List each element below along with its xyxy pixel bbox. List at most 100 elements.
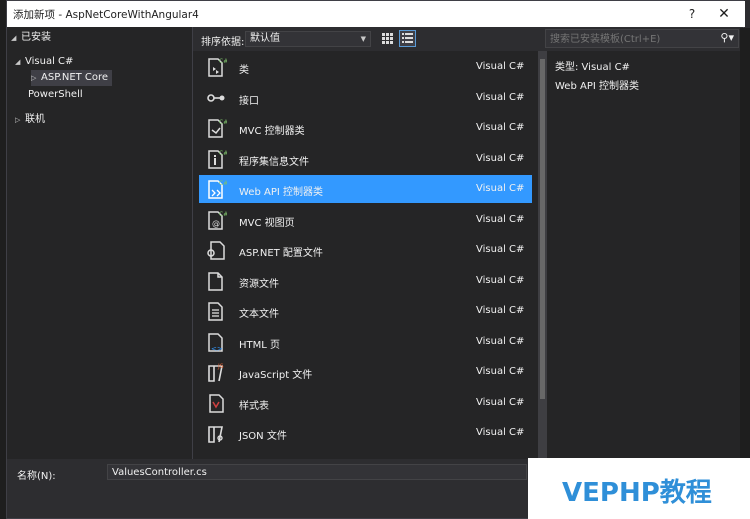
resource-file-icon xyxy=(205,270,227,292)
svg-text:C#: C# xyxy=(219,58,227,65)
list-view-icon xyxy=(402,33,413,43)
template-name: 接口 xyxy=(239,95,259,107)
tree-item-aspnet-core[interactable]: ▷ ASP.NET Core xyxy=(31,70,113,86)
template-name: 样式表 xyxy=(239,400,269,412)
template-item[interactable]: C# 程序集信息文件 Visual C# xyxy=(199,145,532,173)
tree-label: PowerShell xyxy=(28,89,83,100)
mvc-view-icon: C#@ xyxy=(205,209,228,231)
watermark-text: VEPHP教程 xyxy=(562,478,712,508)
svg-text:JS: JS xyxy=(217,363,224,370)
search-box: ⚲▾ xyxy=(545,29,739,48)
template-language: Visual C# xyxy=(476,305,525,316)
template-item[interactable]: C#@ MVC 视图页 Visual C# xyxy=(199,206,532,234)
template-name: Web API 控制器类 xyxy=(239,187,323,198)
template-name: MVC 视图页 xyxy=(239,217,295,229)
template-list-scrollbar[interactable] xyxy=(538,51,547,459)
mvc-controller-icon: C# xyxy=(205,117,228,139)
config-file-icon xyxy=(205,239,227,261)
template-language: Visual C# xyxy=(476,152,525,164)
template-item[interactable]: 文本文件 Visual C# xyxy=(199,297,532,325)
template-item[interactable]: 样式表 Visual C# xyxy=(199,389,532,417)
tree-item-visual-csharp[interactable]: ◢ Visual C# xyxy=(15,54,73,70)
template-language: Visual C# xyxy=(476,366,525,377)
template-name: 资源文件 xyxy=(239,278,279,290)
window-title: 添加新项 - AspNetCoreWithAngular4 xyxy=(13,9,199,21)
template-item[interactable]: JS JavaScript 文件 Visual C# xyxy=(199,358,532,386)
tree-item-online[interactable]: ▷ 联机 xyxy=(15,112,45,128)
template-language: Visual C# xyxy=(476,335,525,347)
chevron-down-icon: ▼ xyxy=(360,35,366,43)
tree-label: ASP.NET Core xyxy=(41,72,109,83)
template-item[interactable]: C# MVC 控制器类 Visual C# xyxy=(199,114,532,142)
template-item[interactable]: C# 类 Visual C# xyxy=(199,53,532,81)
add-new-item-dialog: 添加新项 - AspNetCoreWithAngular4 ? ✕ ◢ 已安装 ◢… xyxy=(6,0,745,519)
template-item[interactable]: 资源文件 Visual C# xyxy=(199,267,532,295)
sort-label: 排序依据: xyxy=(201,37,245,48)
scrollbar-thumb[interactable] xyxy=(540,59,545,399)
template-item[interactable]: ASP.NET 配置文件 Visual C# xyxy=(199,236,532,264)
grid-view-button[interactable] xyxy=(379,30,396,47)
svg-text:C#: C# xyxy=(219,119,227,126)
help-button[interactable]: ? xyxy=(681,4,703,24)
template-name: 程序集信息文件 xyxy=(239,156,309,168)
sort-dropdown[interactable]: 默认值 ▼ xyxy=(245,31,371,47)
title-bar: 添加新项 - AspNetCoreWithAngular4 ? ✕ xyxy=(7,1,745,27)
template-language: Visual C# xyxy=(476,427,525,438)
svg-text:@: @ xyxy=(212,219,220,228)
tree-item-installed[interactable]: ◢ 已安装 xyxy=(11,30,51,46)
svg-text:C#: C# xyxy=(219,211,227,218)
template-language: Visual C# xyxy=(476,274,525,286)
svg-text:<>: <> xyxy=(211,345,223,353)
search-input[interactable] xyxy=(550,32,710,46)
tree-label: Visual C# xyxy=(25,56,74,67)
background-ide-right xyxy=(740,28,750,519)
template-language: Visual C# xyxy=(476,91,525,103)
template-language: Visual C# xyxy=(476,61,525,72)
list-view-button[interactable] xyxy=(399,30,416,47)
webapi-controller-icon: C# xyxy=(205,178,228,200)
text-file-icon xyxy=(205,300,227,322)
template-name: 类 xyxy=(239,65,249,76)
template-language: Visual C# xyxy=(476,122,525,133)
template-list: C# 类 Visual C# 接口 Visual C# C# MVC 控制器类 Visual … xyxy=(193,51,538,459)
template-language: Visual C# xyxy=(476,213,525,225)
template-item[interactable]: JSON 文件 Visual C# xyxy=(199,419,532,447)
search-icon[interactable]: ⚲▾ xyxy=(720,31,734,44)
tree-item-powershell[interactable]: PowerShell xyxy=(28,87,83,103)
assembly-info-icon: C# xyxy=(205,148,228,170)
expanded-arrow-icon: ◢ xyxy=(11,34,17,42)
category-tree: ◢ 已安装 ◢ Visual C# ▷ ASP.NET Core PowerShell… xyxy=(7,27,193,459)
details-pane: 类型: Visual C# Web API 控制器类 xyxy=(547,51,745,459)
collapsed-arrow-icon: ▷ xyxy=(31,74,37,82)
template-toolbar: 排序依据: 默认值 ▼ xyxy=(193,27,545,51)
template-language: Visual C# xyxy=(476,183,525,194)
template-description: Web API 控制器类 xyxy=(555,81,639,92)
template-item[interactable]: <> HTML 页 Visual C# xyxy=(199,328,532,356)
sort-value: 默认值 xyxy=(250,33,280,44)
collapsed-arrow-icon: ▷ xyxy=(15,116,21,124)
json-file-icon xyxy=(205,422,227,444)
grid-view-icon xyxy=(382,33,393,44)
tree-label: 联机 xyxy=(25,114,45,125)
html-page-icon: <> xyxy=(205,331,227,353)
template-name: ASP.NET 配置文件 xyxy=(239,248,323,259)
template-type: 类型: Visual C# xyxy=(555,62,630,73)
template-name: 文本文件 xyxy=(239,309,279,320)
template-item[interactable]: 接口 Visual C# xyxy=(199,84,532,112)
class-icon: C# xyxy=(205,56,228,78)
template-item[interactable]: C# Web API 控制器类 Visual C# xyxy=(199,175,532,203)
template-name: MVC 控制器类 xyxy=(239,126,305,137)
close-button[interactable]: ✕ xyxy=(713,4,735,24)
javascript-file-icon: JS xyxy=(205,361,227,383)
template-name: HTML 页 xyxy=(239,339,281,351)
template-language: Visual C# xyxy=(476,244,525,255)
svg-text:C#: C# xyxy=(219,180,227,187)
name-label: 名称(N): xyxy=(17,471,56,482)
tree-label: 已安装 xyxy=(21,32,51,43)
svg-text:C#: C# xyxy=(219,150,227,157)
template-language: Visual C# xyxy=(476,396,525,408)
template-name: JSON 文件 xyxy=(239,431,287,442)
stylesheet-icon xyxy=(205,392,227,414)
name-field[interactable] xyxy=(107,464,527,480)
interface-icon xyxy=(205,87,227,109)
